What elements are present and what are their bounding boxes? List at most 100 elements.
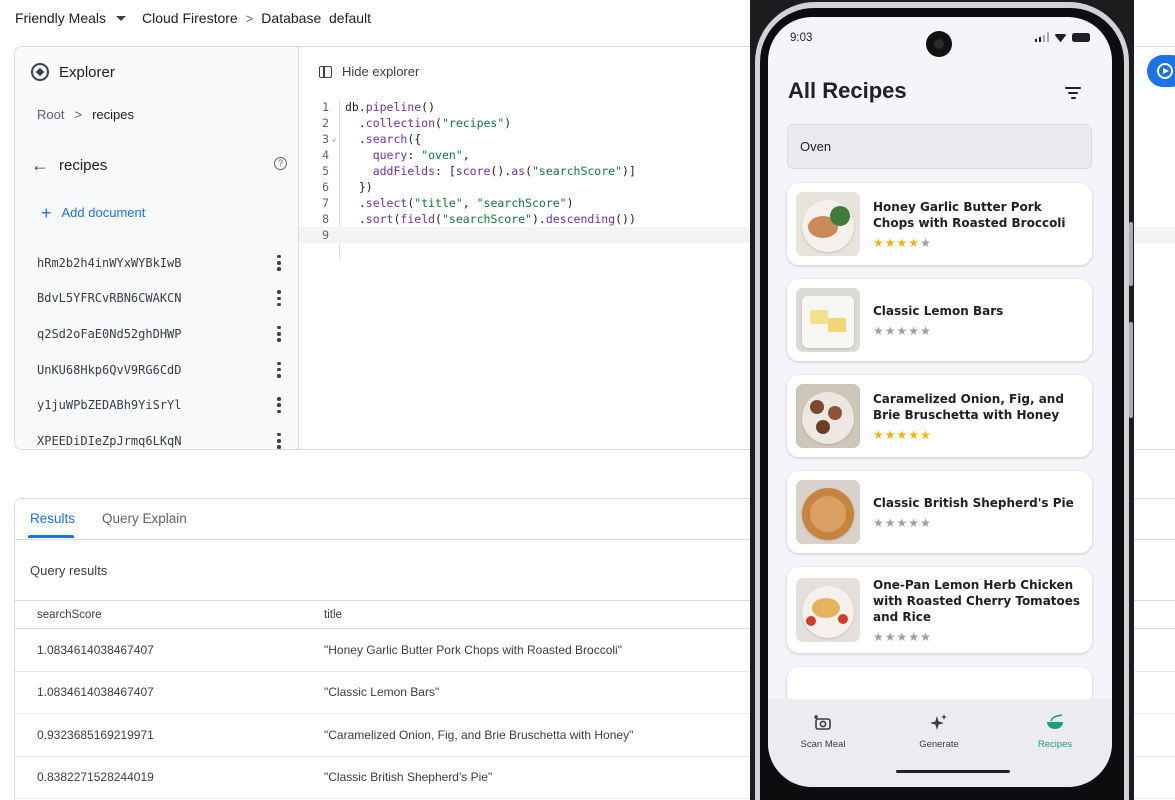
- document-id: UnKU68Hkp6QvV9RG6CdD: [37, 362, 182, 377]
- star-empty-icon: ★: [896, 516, 909, 530]
- nav-recipes[interactable]: Recipes: [1010, 713, 1100, 750]
- star-filled-icon: ★: [896, 236, 909, 250]
- project-selector[interactable]: Friendly Meals: [15, 10, 127, 26]
- star-empty-icon: ★: [920, 236, 932, 250]
- star-empty-icon: ★: [884, 630, 897, 644]
- caret-down-icon: [116, 15, 127, 21]
- path-root[interactable]: Root: [37, 107, 64, 122]
- project-name: Friendly Meals: [15, 10, 107, 26]
- explorer-panel: Explorer Root > recipes ← recipes ? + Ad…: [15, 47, 299, 449]
- document-id: BdvL5YFRCvRBN6CWAKCN: [37, 291, 182, 306]
- chevron-right-icon: >: [245, 10, 254, 26]
- more-vert-icon[interactable]: [277, 290, 281, 307]
- camera-plus-icon: [813, 713, 833, 733]
- more-vert-icon[interactable]: [277, 432, 281, 449]
- tab-query-explain[interactable]: Query Explain: [102, 511, 187, 526]
- run-query-button[interactable]: [1147, 55, 1175, 87]
- recipe-image: [796, 192, 860, 256]
- document-id: XPEEDiDIeZpJrmq6LKqN: [37, 433, 182, 448]
- query-results-label: Query results: [30, 563, 108, 578]
- explorer-path: Root > recipes: [37, 107, 134, 122]
- star-rating: ★★★★★: [873, 236, 932, 250]
- star-empty-icon: ★: [896, 324, 909, 338]
- star-rating: ★★★★★: [873, 428, 932, 442]
- breadcrumb-database[interactable]: Database default: [261, 10, 371, 26]
- list-item[interactable]: UnKU68Hkp6QvV9RG6CdD: [15, 352, 299, 388]
- star-empty-icon: ★: [884, 516, 897, 530]
- page-title: All Recipes: [788, 78, 907, 103]
- star-empty-icon: ★: [908, 630, 921, 644]
- code-text: .sort(field("searchScore").descending()): [345, 212, 636, 226]
- recipe-card[interactable]: Caramelized Onion, Fig, and Brie Brusche…: [787, 375, 1092, 457]
- bottom-navigation: Scan Meal Generate Recipes: [768, 699, 1112, 787]
- nav-generate[interactable]: Generate: [894, 713, 984, 750]
- list-item[interactable]: XPEEDiDIeZpJrmq6LKqN: [15, 423, 299, 449]
- star-empty-icon: ★: [896, 630, 909, 644]
- recipe-image: [796, 578, 860, 642]
- document-id: hRm2b2h4inWYxWYBkIwB: [37, 255, 182, 270]
- nav-label: Scan Meal: [800, 739, 846, 750]
- code-text: db.pipeline(): [345, 100, 436, 114]
- more-vert-icon[interactable]: [277, 361, 281, 378]
- document-list: hRm2b2h4inWYxWYBkIwB BdvL5YFRCvRBN6CWAKC…: [15, 245, 299, 449]
- fold-chevron-icon[interactable]: ⌄: [329, 131, 339, 147]
- more-vert-icon[interactable]: [277, 397, 281, 414]
- star-rating: ★★★★★: [873, 630, 932, 644]
- hide-explorer-label: Hide explorer: [342, 64, 420, 79]
- add-document-button[interactable]: + Add document: [41, 202, 145, 223]
- recipe-title: Caramelized Onion, Fig, and Brie Brusche…: [873, 392, 1064, 422]
- recipe-image: [796, 480, 860, 544]
- list-item[interactable]: q2Sd2oFaE0Nd52ghDHWP: [15, 316, 299, 352]
- volume-button: [1129, 222, 1133, 286]
- list-item[interactable]: BdvL5YFRCvRBN6CWAKCN: [15, 281, 299, 317]
- compass-icon: [31, 63, 49, 81]
- home-indicator[interactable]: [896, 770, 1010, 773]
- filter-icon[interactable]: [1065, 87, 1081, 99]
- list-item[interactable]: y1juWPbZEDABh9YiSrYl: [15, 387, 299, 423]
- list-item[interactable]: hRm2b2h4inWYxWYBkIwB: [15, 245, 299, 281]
- console-topbar: Friendly Meals Cloud Firestore > Databas…: [0, 0, 760, 36]
- search-input[interactable]: Oven: [787, 124, 1092, 169]
- power-button: [1129, 322, 1133, 418]
- star-filled-icon: ★: [884, 428, 897, 442]
- bowl-icon: [1045, 713, 1065, 733]
- document-id: y1juWPbZEDABh9YiSrYl: [37, 398, 182, 413]
- nav-label: Recipes: [1037, 739, 1073, 750]
- recipe-card[interactable]: One-Pan Lemon Herb Chicken with Roasted …: [787, 567, 1092, 653]
- column-header[interactable]: searchScore: [15, 609, 324, 621]
- code-text: addFields: [score().as("searchScore")]: [372, 164, 636, 178]
- recipe-image: [796, 288, 860, 352]
- recipe-card[interactable]: Classic Lemon Bars ★★★★★: [787, 279, 1092, 361]
- explorer-title: Explorer: [59, 63, 115, 81]
- star-filled-icon: ★: [920, 428, 932, 442]
- nav-scan-meal[interactable]: Scan Meal: [778, 713, 868, 750]
- star-rating: ★★★★★: [873, 324, 932, 338]
- recipe-card[interactable]: Classic British Shepherd's Pie ★★★★★: [787, 471, 1092, 553]
- chevron-right-icon: >: [74, 107, 83, 122]
- front-camera-icon: [926, 31, 952, 57]
- tab-results[interactable]: Results: [30, 511, 75, 526]
- help-icon[interactable]: ?: [274, 157, 287, 170]
- recipe-card[interactable]: Honey Garlic Butter Pork Chops with Roas…: [787, 183, 1092, 265]
- cell-score: 1.0834614038467407: [37, 685, 154, 700]
- star-filled-icon: ★: [896, 428, 909, 442]
- breadcrumb-firestore[interactable]: Cloud Firestore: [142, 10, 238, 26]
- collection-header: ← recipes ?: [31, 153, 291, 177]
- plus-icon: +: [41, 202, 52, 223]
- star-empty-icon: ★: [873, 324, 885, 338]
- arrow-back-icon[interactable]: ←: [31, 155, 59, 176]
- star-empty-icon: ★: [908, 516, 921, 530]
- code-text: .select("title", "searchScore"): [345, 196, 574, 210]
- cell-score: 1.0834614038467407: [37, 642, 154, 657]
- more-vert-icon[interactable]: [277, 325, 281, 342]
- signal-icon: [1034, 32, 1049, 42]
- star-rating: ★★★★★: [873, 516, 932, 530]
- path-current[interactable]: recipes: [92, 107, 134, 122]
- more-vert-icon[interactable]: [277, 254, 281, 271]
- recipe-title: Honey Garlic Butter Pork Chops with Roas…: [873, 200, 1066, 230]
- recipe-image: [796, 384, 860, 448]
- hide-explorer-button[interactable]: Hide explorer: [319, 64, 419, 79]
- cell-score: 0.9323685169219971: [37, 727, 154, 742]
- status-bar: 9:03: [768, 17, 1112, 61]
- star-empty-icon: ★: [884, 324, 897, 338]
